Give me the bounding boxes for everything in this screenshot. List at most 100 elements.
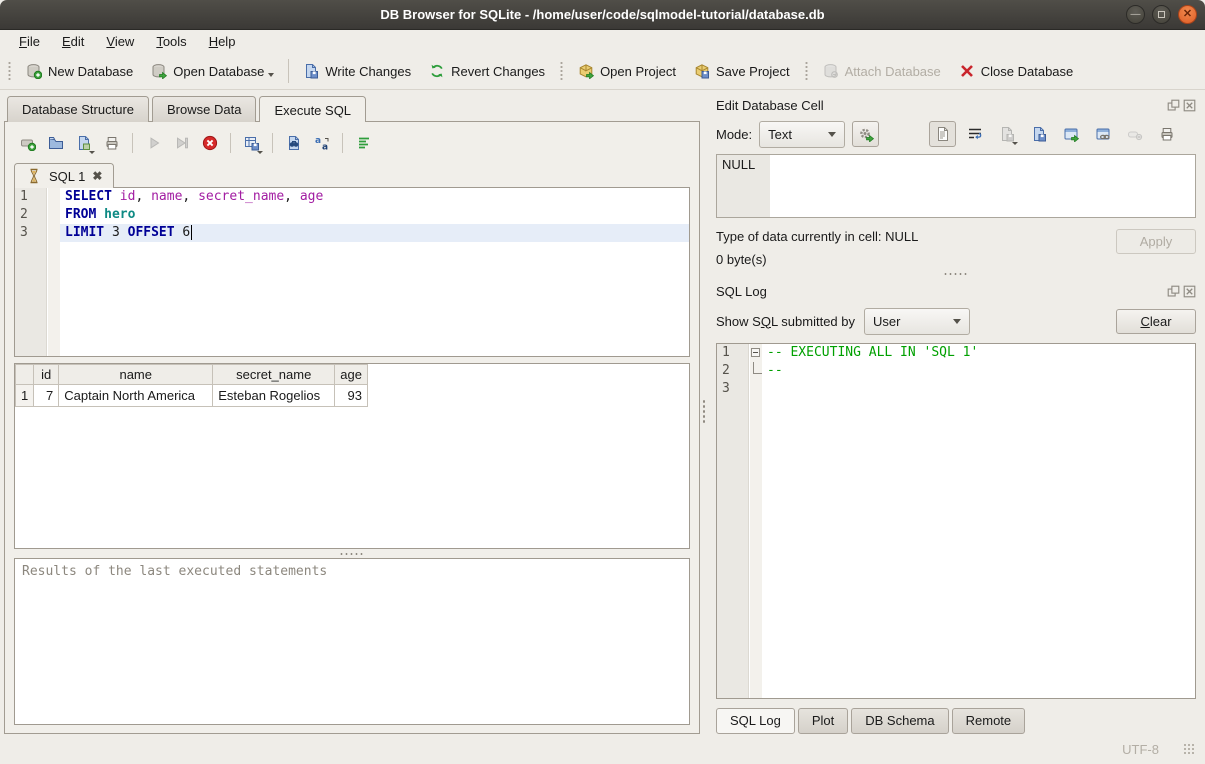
code-line-1: 1SELECT id, name, secret_name, age bbox=[15, 188, 689, 206]
replace-button[interactable]: aa bbox=[308, 130, 335, 156]
cell-age[interactable]: 93 bbox=[335, 385, 368, 407]
tab-execute-sql[interactable]: Execute SQL bbox=[259, 96, 366, 122]
write-changes-button[interactable]: Write Changes bbox=[294, 58, 420, 84]
format-sql-button[interactable] bbox=[350, 130, 377, 156]
export-data-button[interactable] bbox=[1057, 121, 1084, 147]
log-filter-select[interactable]: User bbox=[864, 308, 970, 335]
right-dock: Edit Database Cell Mode: Text NULL Type … bbox=[707, 90, 1205, 734]
open-project-button[interactable]: Open Project bbox=[569, 58, 685, 84]
log-text: -- bbox=[762, 362, 1195, 380]
dock-tab-db-schema[interactable]: DB Schema bbox=[851, 708, 948, 734]
sql-tab-sql1[interactable]: SQL 1 ✖ bbox=[14, 163, 114, 188]
clear-log-button[interactable]: Clear bbox=[1116, 309, 1196, 334]
cell-secret-name[interactable]: Esteban Rogelios bbox=[213, 385, 335, 407]
open-sql-file-button[interactable] bbox=[42, 130, 69, 156]
table-row[interactable]: 17Captain North AmericaEsteban Rogelios9… bbox=[16, 385, 368, 407]
dock-tab-remote[interactable]: Remote bbox=[952, 708, 1026, 734]
title-bar[interactable]: DB Browser for SQLite - /home/user/code/… bbox=[0, 0, 1205, 30]
auto-apply-button[interactable] bbox=[852, 121, 879, 147]
word-wrap-button[interactable] bbox=[961, 121, 988, 147]
toolbar-handle bbox=[7, 60, 12, 82]
menu-edit[interactable]: Edit bbox=[51, 32, 95, 52]
print-sql-button[interactable] bbox=[98, 130, 125, 156]
tab-browse-data[interactable]: Browse Data bbox=[152, 96, 256, 122]
hourglass-icon bbox=[26, 168, 42, 184]
code-line-2: 2FROM hero bbox=[15, 206, 689, 224]
query-results-table[interactable]: idnamesecret_nameage17Captain North Amer… bbox=[14, 363, 690, 549]
save-sql-file-button[interactable] bbox=[70, 130, 97, 156]
text-mode-button[interactable] bbox=[929, 121, 956, 147]
revert-changes-button[interactable]: Revert Changes bbox=[420, 58, 554, 84]
apply-button[interactable]: Apply bbox=[1116, 229, 1196, 254]
sql-tab-close-icon[interactable]: ✖ bbox=[92, 169, 102, 183]
new-database-button[interactable]: New Database bbox=[17, 58, 142, 84]
line-number: 2 bbox=[15, 206, 47, 224]
dock-tab-sql-log[interactable]: SQL Log bbox=[716, 708, 795, 734]
stop-button[interactable] bbox=[196, 130, 223, 156]
cell-value-editor[interactable]: NULL bbox=[716, 154, 1196, 218]
menu-help[interactable]: Help bbox=[198, 32, 247, 52]
save-results-button[interactable] bbox=[238, 130, 265, 156]
cell-name[interactable]: Captain North America bbox=[59, 385, 213, 407]
cell-info-row: Type of data currently in cell: NULL 0 b… bbox=[716, 229, 1196, 267]
close-database-button[interactable]: Close Database bbox=[950, 58, 1083, 84]
float-panel-icon[interactable] bbox=[1167, 99, 1180, 112]
dock-tab-plot[interactable]: Plot bbox=[798, 708, 848, 734]
svg-text:a: a bbox=[322, 143, 328, 152]
encoding-indicator[interactable]: UTF-8 bbox=[1122, 742, 1159, 757]
link-data-button[interactable] bbox=[1089, 121, 1116, 147]
cell-id[interactable]: 7 bbox=[34, 385, 59, 407]
svg-text:a: a bbox=[315, 136, 321, 146]
results-splitter[interactable] bbox=[14, 549, 690, 558]
print-cell-button[interactable] bbox=[1153, 121, 1180, 147]
resize-grip[interactable] bbox=[1183, 743, 1195, 755]
import-file-button[interactable] bbox=[993, 121, 1020, 147]
toolbar-separator bbox=[230, 133, 231, 153]
toolbar-handle bbox=[804, 60, 809, 82]
line-number: 3 bbox=[717, 380, 749, 398]
menu-view[interactable]: View bbox=[95, 32, 145, 52]
dock-tab-bar: SQL LogPlotDB SchemaRemote bbox=[716, 708, 1196, 734]
close-panel-icon[interactable] bbox=[1183, 285, 1196, 298]
format-sql-icon bbox=[356, 135, 372, 151]
mode-select[interactable]: Text bbox=[759, 121, 845, 148]
find-button[interactable] bbox=[280, 130, 307, 156]
toolbar-handle bbox=[559, 60, 564, 82]
column-header-secret-name[interactable]: secret_name bbox=[213, 365, 335, 385]
save-project-icon bbox=[694, 63, 710, 79]
dock-splitter-horizontal[interactable] bbox=[716, 267, 1196, 280]
menu-bar: FileEditViewToolsHelp bbox=[0, 30, 1205, 53]
save-as-icon bbox=[1031, 126, 1047, 142]
sql-log-view[interactable]: 1-- EXECUTING ALL IN 'SQL 1'2--3 bbox=[716, 343, 1196, 699]
write-changes-icon bbox=[303, 63, 319, 79]
revert-changes-icon bbox=[429, 63, 445, 79]
menu-file[interactable]: File bbox=[8, 32, 51, 52]
sql-editor[interactable]: 1SELECT id, name, secret_name, age2FROM … bbox=[14, 187, 690, 357]
float-panel-icon[interactable] bbox=[1167, 285, 1180, 298]
column-header-age[interactable]: age bbox=[335, 365, 368, 385]
attach-database-button[interactable]: Attach Database bbox=[814, 58, 950, 84]
execution-status-pane: Results of the last executed statements bbox=[14, 558, 690, 725]
dock-splitter-vertical[interactable] bbox=[700, 90, 707, 734]
row-number: 1 bbox=[16, 385, 34, 407]
close-panel-icon[interactable] bbox=[1183, 99, 1196, 112]
execute-all-button[interactable] bbox=[140, 130, 167, 156]
fold-marker bbox=[749, 380, 762, 398]
column-header-name[interactable]: name bbox=[59, 365, 213, 385]
replace-icon: aa bbox=[314, 135, 330, 151]
column-header-id[interactable]: id bbox=[34, 365, 59, 385]
cell-value: NULL bbox=[722, 157, 755, 172]
link-data-icon bbox=[1095, 126, 1111, 142]
tab-database-structure[interactable]: Database Structure bbox=[7, 96, 149, 122]
close-button[interactable]: ✕ bbox=[1178, 5, 1197, 24]
save-project-button[interactable]: Save Project bbox=[685, 58, 799, 84]
open-sql-tab-button[interactable] bbox=[14, 130, 41, 156]
execute-line-button[interactable] bbox=[168, 130, 195, 156]
menu-tools[interactable]: Tools bbox=[145, 32, 197, 52]
chevron-down-icon bbox=[828, 132, 836, 137]
minimize-button[interactable]: — bbox=[1126, 5, 1145, 24]
open-database-button[interactable]: Open Database bbox=[142, 58, 283, 84]
maximize-button[interactable] bbox=[1152, 5, 1171, 24]
save-as-button[interactable] bbox=[1025, 121, 1052, 147]
set-null-button[interactable] bbox=[1121, 121, 1148, 147]
